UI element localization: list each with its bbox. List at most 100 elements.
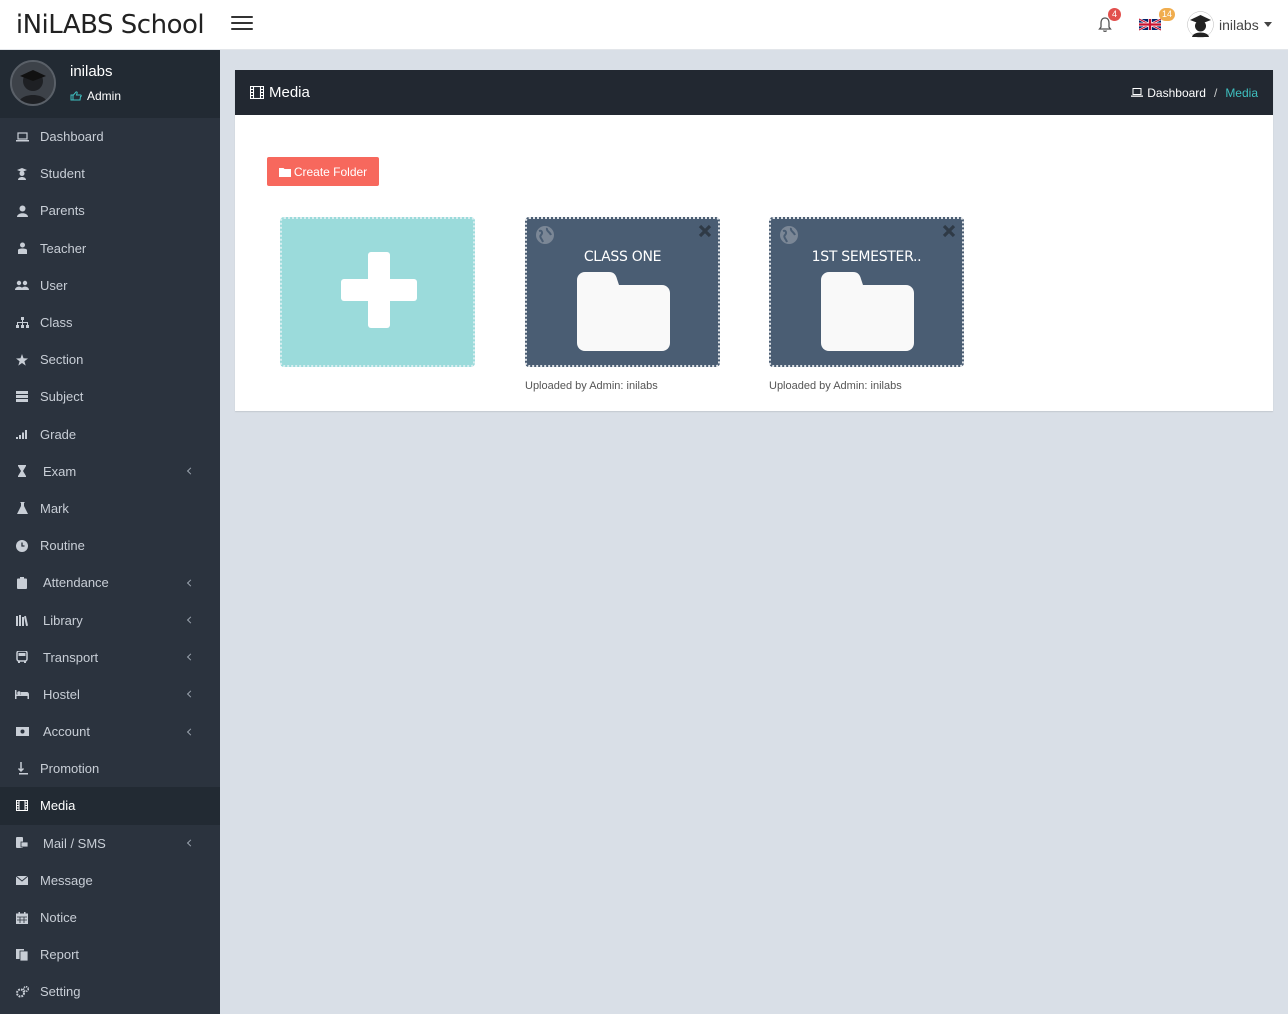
folder-icon bbox=[577, 272, 670, 351]
sidebar-item-label: Library bbox=[43, 612, 83, 628]
sidebar-item-label: Account bbox=[43, 724, 90, 740]
book-icon bbox=[15, 390, 29, 404]
sidebar-item-mail-sms[interactable]: Mail / SMS bbox=[0, 825, 220, 862]
sidebar-item-label: Mark bbox=[40, 500, 69, 516]
sidebar-item-exam[interactable]: Exam bbox=[0, 453, 220, 490]
clock-icon bbox=[15, 539, 29, 553]
menu-icon[interactable] bbox=[231, 16, 253, 34]
language-count-badge: 14 bbox=[1159, 8, 1176, 21]
sidebar-item-label: Notice bbox=[40, 910, 77, 926]
breadcrumb-separator: / bbox=[1213, 85, 1218, 100]
sidebar-item-class[interactable]: Class bbox=[0, 304, 220, 341]
bus-icon bbox=[15, 650, 29, 664]
film-icon bbox=[250, 86, 264, 99]
page-title-label: Media bbox=[269, 84, 310, 101]
sidebar-item-label: Section bbox=[40, 352, 84, 368]
student-icon bbox=[15, 167, 29, 181]
sidebar-item-library[interactable]: Library bbox=[0, 601, 220, 638]
breadcrumb-current: Media bbox=[1225, 85, 1258, 100]
panel-header: Media Dashboard / Media bbox=[235, 70, 1273, 115]
sidebar-item-setting[interactable]: Setting bbox=[0, 973, 220, 1010]
sidebar: inilabs Admin Dashboard Student Parents … bbox=[0, 50, 220, 1014]
sidebar-item-label: Student bbox=[40, 166, 85, 182]
user-name: inilabs bbox=[1219, 16, 1259, 33]
plus-icon bbox=[341, 252, 417, 328]
breadcrumb: Dashboard / Media bbox=[1131, 70, 1258, 115]
sidebar-item-promotion[interactable]: Promotion bbox=[0, 750, 220, 787]
sidebar-item-attendance[interactable]: Attendance bbox=[0, 564, 220, 601]
calendar-icon bbox=[15, 911, 29, 925]
sidebar-item-dashboard[interactable]: Dashboard bbox=[0, 118, 220, 155]
chevron-left-icon bbox=[186, 616, 195, 624]
sidebar-item-mark[interactable]: Mark bbox=[0, 490, 220, 527]
sidebar-item-notice[interactable]: Notice bbox=[0, 899, 220, 936]
sidebar-item-grade[interactable]: Grade bbox=[0, 416, 220, 453]
chevron-left-icon bbox=[186, 690, 195, 698]
flask-icon bbox=[15, 501, 29, 515]
top-navbar: iNiLABS School 4 14 inilabs bbox=[0, 0, 1288, 50]
uk-flag-icon[interactable] bbox=[1139, 17, 1161, 32]
caret-down-icon bbox=[1263, 22, 1272, 27]
sidebar-item-section[interactable]: Section bbox=[0, 341, 220, 378]
sidebar-item-label: Mail / SMS bbox=[43, 835, 106, 851]
sidebar-item-user[interactable]: User bbox=[0, 267, 220, 304]
close-icon[interactable] bbox=[942, 224, 956, 238]
sidebar-item-account[interactable]: Account bbox=[0, 713, 220, 750]
laptop-icon bbox=[1131, 88, 1144, 97]
star-icon bbox=[15, 353, 29, 367]
sidebar-item-hostel[interactable]: Hostel bbox=[0, 676, 220, 713]
hourglass-icon bbox=[15, 464, 29, 478]
sidebar-item-teacher[interactable]: Teacher bbox=[0, 230, 220, 267]
sidebar-item-student[interactable]: Student bbox=[0, 155, 220, 192]
sidebar-item-subject[interactable]: Subject bbox=[0, 378, 220, 415]
breadcrumb-dashboard-link[interactable]: Dashboard bbox=[1131, 86, 1206, 100]
folder-uploader: Uploaded by Admin: inilabs bbox=[769, 380, 902, 392]
sidebar-item-label: Exam bbox=[43, 463, 77, 479]
folder-name: CLASS ONE bbox=[583, 249, 662, 265]
signal-icon bbox=[15, 427, 29, 441]
breadcrumb-home-label: Dashboard bbox=[1147, 85, 1206, 100]
close-icon[interactable] bbox=[698, 224, 712, 238]
sidebar-item-report[interactable]: Report bbox=[0, 936, 220, 973]
sidebar-item-label: Hostel bbox=[43, 686, 80, 702]
create-folder-label: Create Folder bbox=[293, 164, 368, 179]
brand-logo[interactable]: iNiLABS School bbox=[0, 0, 220, 50]
user-avatar-icon bbox=[1187, 11, 1214, 38]
sidebar-item-label: Grade bbox=[40, 426, 77, 442]
gears-icon bbox=[15, 985, 29, 999]
user-menu[interactable]: inilabs bbox=[1187, 11, 1272, 38]
globe-icon[interactable] bbox=[779, 225, 799, 245]
sidebar-item-label: Subject bbox=[40, 389, 84, 405]
sidebar-item-label: Report bbox=[40, 947, 80, 963]
page-title: Media bbox=[250, 84, 310, 101]
envelope-icon bbox=[15, 873, 29, 887]
create-folder-button[interactable]: Create Folder bbox=[267, 157, 379, 186]
sidebar-item-label: Media bbox=[40, 798, 76, 814]
sidebar-item-routine[interactable]: Routine bbox=[0, 527, 220, 564]
money-icon bbox=[15, 725, 29, 739]
users-icon bbox=[15, 278, 29, 292]
upload-add-tile[interactable] bbox=[280, 217, 475, 367]
clipboard-icon bbox=[15, 576, 29, 590]
sidebar-user-name: inilabs bbox=[70, 63, 113, 80]
sitemap-icon bbox=[15, 316, 29, 330]
chevron-left-icon bbox=[186, 653, 195, 661]
folder-uploader: Uploaded by Admin: inilabs bbox=[525, 380, 658, 392]
sidebar-item-label: Class bbox=[40, 315, 73, 331]
sidebar-item-message[interactable]: Message bbox=[0, 862, 220, 899]
globe-icon[interactable] bbox=[535, 225, 555, 245]
sidebar-item-media[interactable]: Media bbox=[0, 787, 220, 825]
sidebar-item-label: Teacher bbox=[40, 240, 87, 256]
mail-sms-icon bbox=[15, 836, 29, 850]
folder-tile-class-one[interactable]: CLASS ONE bbox=[525, 217, 720, 367]
sidebar-item-label: Promotion bbox=[40, 761, 100, 777]
folder-tile-1st-semester[interactable]: 1ST SEMESTER.. bbox=[769, 217, 964, 367]
sidebar-item-transport[interactable]: Transport bbox=[0, 639, 220, 676]
sidebar-item-parents[interactable]: Parents bbox=[0, 192, 220, 229]
sidebar-menu: Dashboard Student Parents Teacher User C… bbox=[0, 118, 220, 1011]
hand-pointer-icon bbox=[70, 91, 82, 101]
sidebar-item-label: Dashboard bbox=[40, 129, 104, 145]
sidebar-item-label: Attendance bbox=[43, 575, 109, 591]
user-panel: inilabs Admin bbox=[0, 50, 220, 118]
chevron-left-icon bbox=[186, 579, 195, 587]
